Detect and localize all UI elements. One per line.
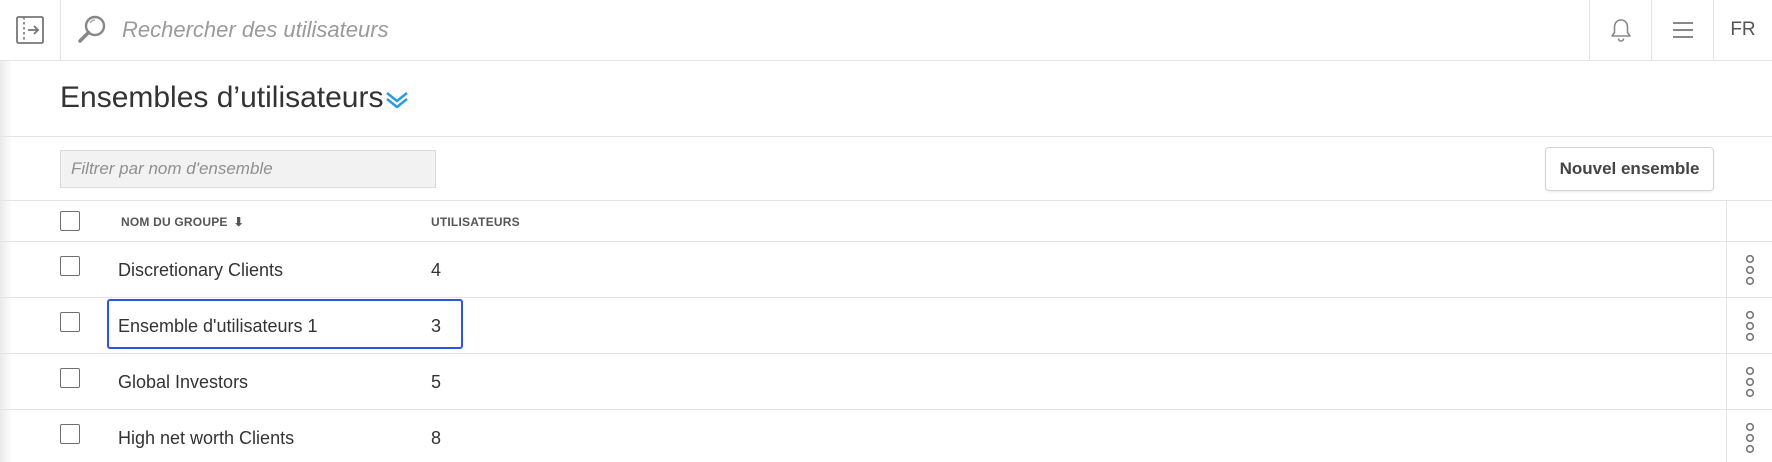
column-header-group-name-label: NOM DU GROUPE — [121, 215, 228, 229]
sort-descending-icon: ⬇ — [233, 215, 244, 229]
column-header-group-name[interactable]: NOM DU GROUPE ⬇ — [121, 215, 244, 229]
page: FR Ensembles d’utilisateurs Nouvel ensem… — [0, 0, 1772, 462]
column-header-users[interactable]: UTILISATEURS — [431, 215, 520, 229]
row-group-name[interactable]: Discretionary Clients — [118, 260, 283, 281]
row-checkbox[interactable] — [60, 368, 80, 388]
row-actions-kebab-icon[interactable] — [1741, 310, 1759, 342]
page-title: Ensembles d’utilisateurs — [60, 81, 384, 114]
table-row[interactable]: High net worth Clients 8 — [0, 410, 1772, 462]
page-header: Ensembles d’utilisateurs — [0, 61, 1772, 137]
filter-toolbar: Nouvel ensemble — [0, 137, 1772, 201]
row-actions-kebab-icon[interactable] — [1741, 366, 1759, 398]
row-group-name[interactable]: Ensemble d'utilisateurs 1 — [118, 316, 318, 337]
language-switcher[interactable]: FR — [1713, 0, 1772, 60]
row-user-count: 8 — [431, 428, 442, 448]
chevron-double-down-icon[interactable] — [384, 89, 410, 111]
bell-icon — [1610, 19, 1631, 42]
table-row[interactable]: Global Investors 5 — [0, 354, 1772, 410]
notifications-button[interactable] — [1589, 0, 1651, 60]
table-row[interactable]: Discretionary Clients 4 — [0, 242, 1772, 298]
row-checkbox[interactable] — [60, 424, 80, 444]
top-bar: FR — [0, 0, 1772, 61]
row-user-count: 5 — [431, 372, 442, 392]
row-actions-kebab-icon[interactable] — [1741, 422, 1759, 454]
row-checkbox[interactable] — [60, 256, 80, 276]
new-set-button[interactable]: Nouvel ensemble — [1545, 147, 1714, 191]
row-checkbox[interactable] — [60, 312, 80, 332]
table-header: NOM DU GROUPE ⬇ UTILISATEURS — [0, 201, 1772, 242]
row-group-name[interactable]: High net worth Clients — [118, 428, 294, 449]
row-actions-kebab-icon[interactable] — [1741, 254, 1759, 286]
row-group-name[interactable]: Global Investors — [118, 372, 248, 393]
row-user-count: 3 — [431, 316, 442, 336]
user-search-input[interactable] — [120, 10, 1020, 50]
table-row[interactable]: Ensemble d'utilisateurs 1 3 — [0, 298, 1772, 354]
row-user-count: 4 — [431, 260, 442, 280]
set-name-filter-input[interactable] — [60, 150, 436, 188]
hamburger-menu-icon — [1672, 22, 1693, 38]
sidebar-expand-icon — [16, 16, 44, 44]
select-all-checkbox[interactable] — [60, 211, 80, 231]
sidebar-toggle-button[interactable] — [0, 0, 61, 60]
main-menu-button[interactable] — [1651, 0, 1713, 60]
search-icon[interactable] — [74, 12, 110, 48]
